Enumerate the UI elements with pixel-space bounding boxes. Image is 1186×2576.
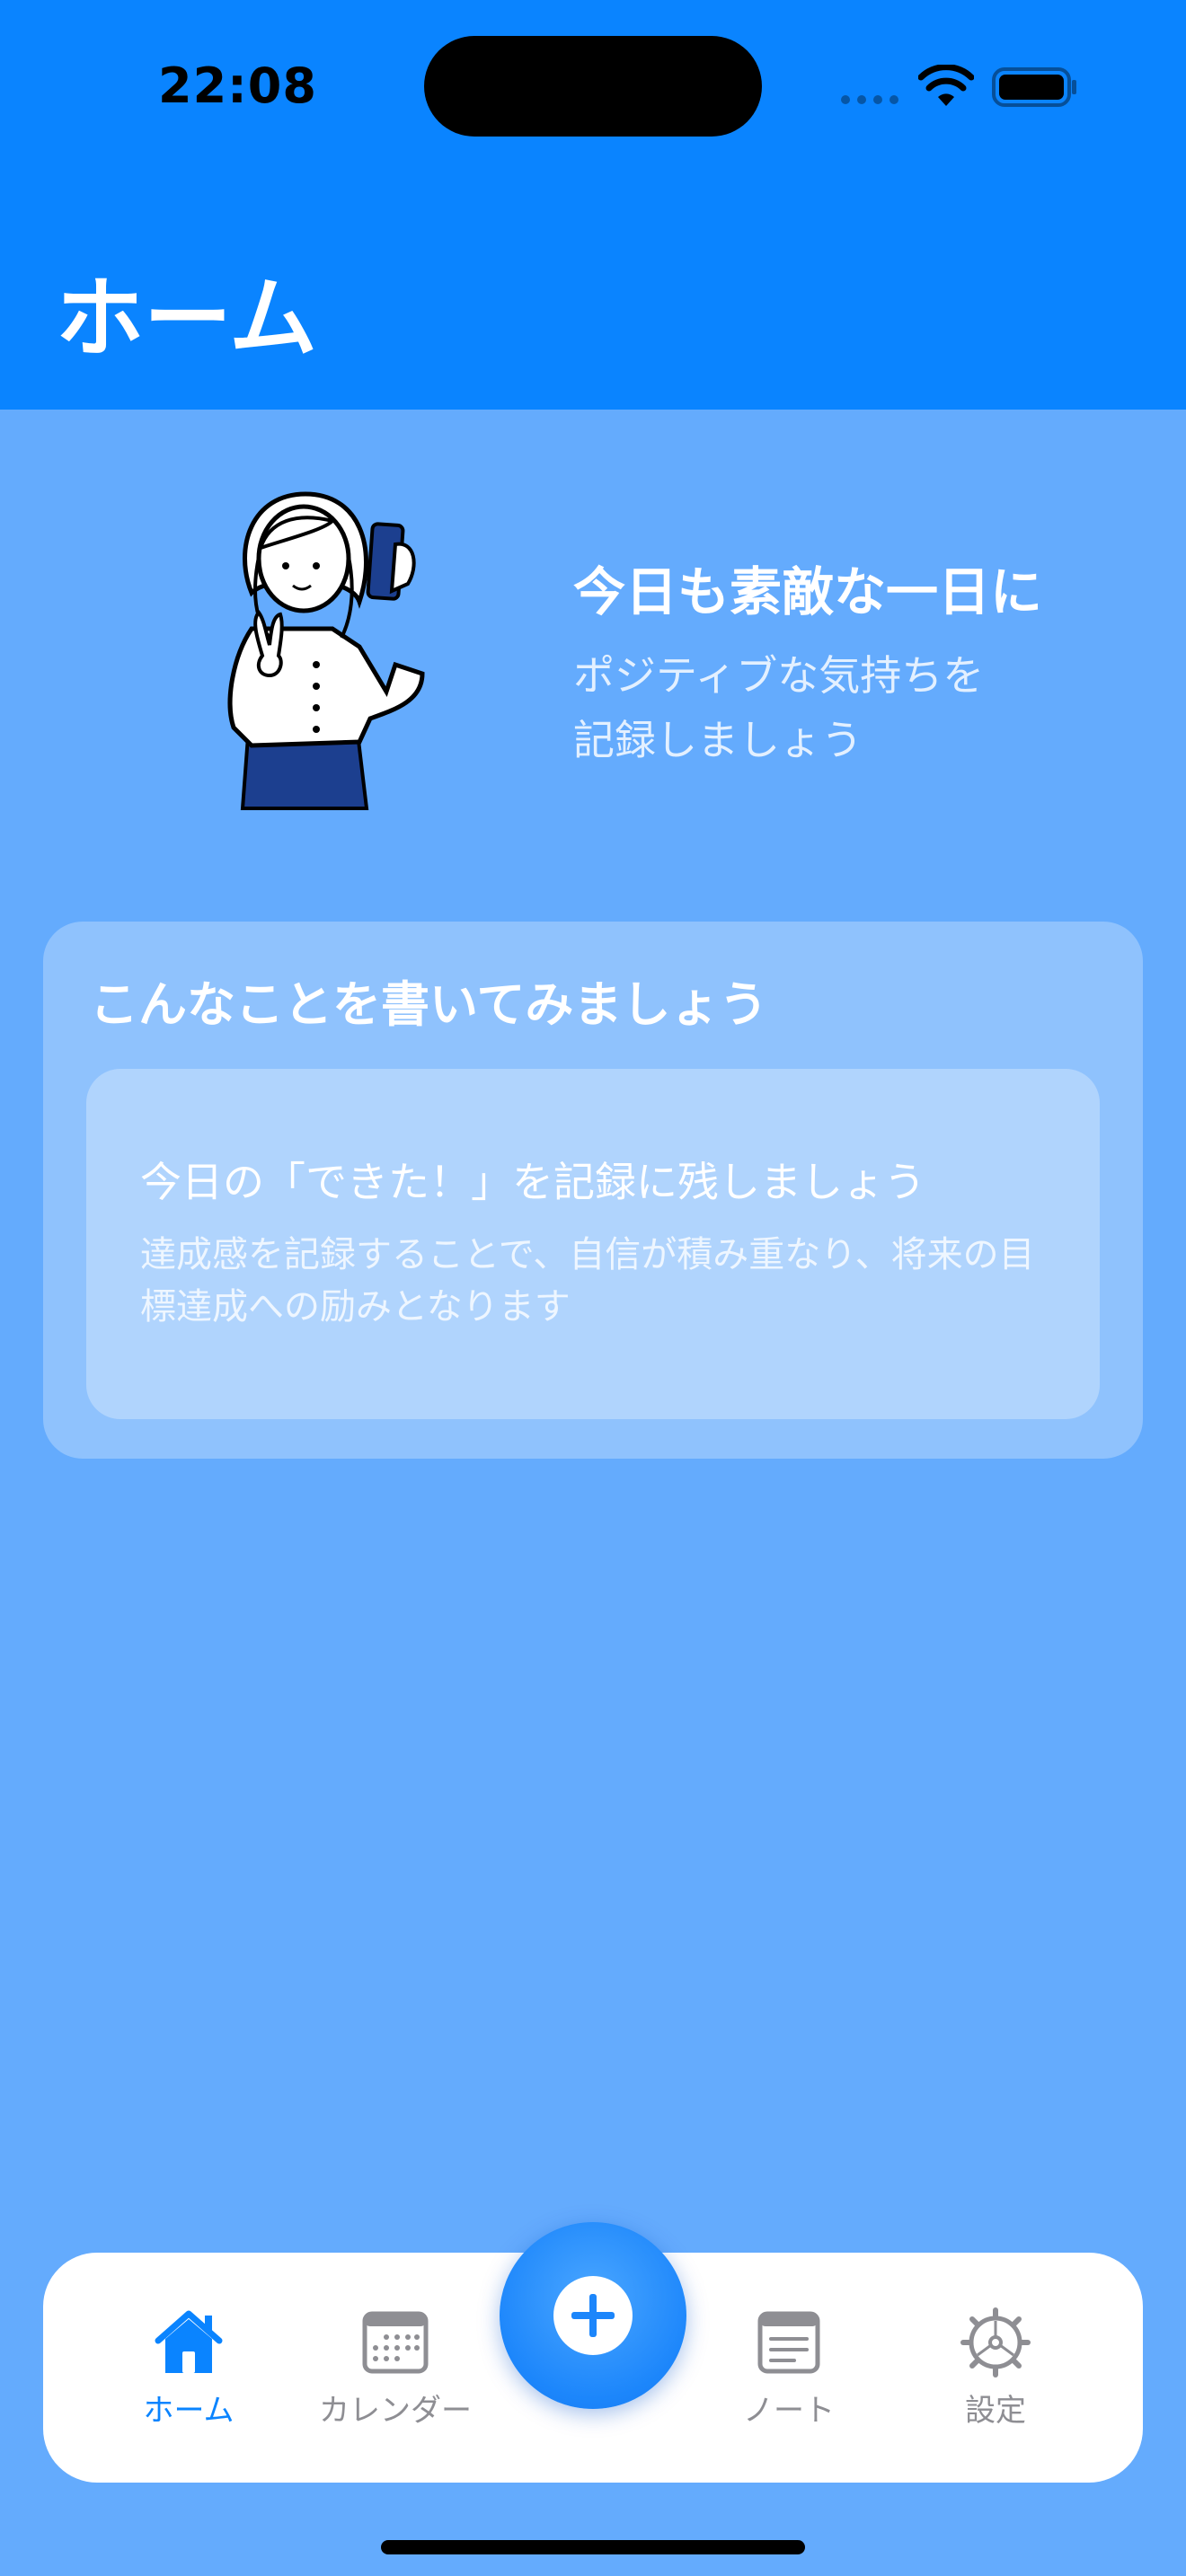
page-title: ホーム: [56, 268, 318, 370]
dynamic-island: [424, 36, 762, 137]
note-icon: [757, 2311, 820, 2374]
tab-settings[interactable]: 設定: [906, 2307, 1085, 2441]
status-bar-time: 22:08: [158, 57, 317, 114]
tab-calendar[interactable]: カレンダー: [305, 2307, 485, 2441]
woman-with-phone-illustration: [227, 491, 425, 810]
gear-icon: [960, 2307, 1031, 2378]
tab-home[interactable]: ホーム: [99, 2307, 279, 2441]
plus-circle-icon: [553, 2276, 633, 2355]
suggestion-card: こんなことを書いてみましょう 今日の「できた！」を記録に残しましょう 達成感を記…: [43, 922, 1143, 1459]
wifi-icon: [918, 65, 974, 106]
house-icon: [155, 2310, 223, 2373]
tab-settings-label: 設定: [965, 2393, 1026, 2429]
suggestion-card-title: こんなことを書いてみましょう: [90, 976, 768, 1033]
home-indicator[interactable]: [381, 2540, 805, 2554]
hero-subtitle: ポジティブな気持ちを 記録しましょう: [573, 651, 985, 764]
calendar-icon: [362, 2311, 429, 2374]
tab-notes-label: ノート: [743, 2393, 835, 2429]
tab-notes[interactable]: ノート: [699, 2307, 879, 2441]
navigation-header: 22:08 ホーム: [0, 0, 1186, 410]
tab-home-label: ホーム: [143, 2393, 235, 2429]
tip-description: 達成感を記録することで、自信が積み重なり、将来の目標達成への励みとなります: [140, 1234, 1035, 1328]
tab-calendar-label: カレンダー: [319, 2393, 472, 2429]
tip-title: 今日の「できた！」を記録に残しましょう: [140, 1158, 925, 1206]
hero-title: 今日も素敵な一日に: [573, 561, 1043, 622]
battery-icon: [992, 67, 1076, 107]
tip-card[interactable]: 今日の「できた！」を記録に残しましょう 達成感を記録することで、自信が積み重なり…: [86, 1069, 1100, 1419]
cellular-signal-icon: [841, 95, 898, 104]
add-entry-button[interactable]: [500, 2222, 686, 2409]
